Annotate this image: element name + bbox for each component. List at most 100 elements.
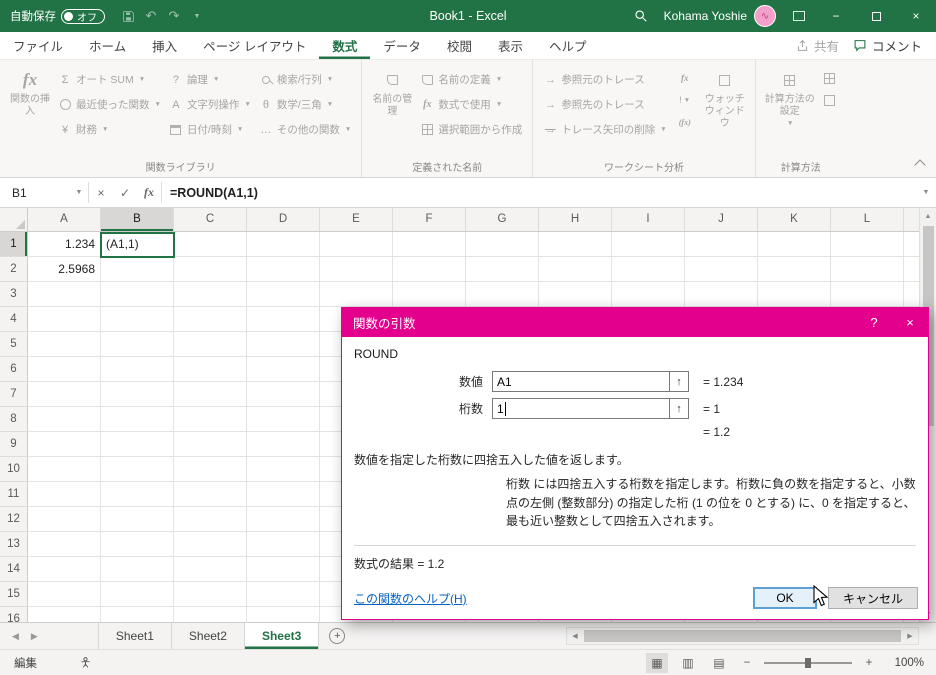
- insert-function-fx-button[interactable]: fx: [137, 178, 161, 207]
- number-arg-input[interactable]: [493, 372, 669, 391]
- customize-qat-button[interactable]: ▼: [186, 5, 208, 27]
- tab-view[interactable]: 表示: [485, 32, 536, 59]
- column-header[interactable]: D: [247, 208, 320, 231]
- tab-help[interactable]: ヘルプ: [536, 32, 600, 59]
- digits-arg-input[interactable]: [493, 399, 669, 418]
- row-header[interactable]: 9: [0, 432, 28, 457]
- normal-view-button[interactable]: ▦: [646, 652, 668, 673]
- close-button[interactable]: ×: [896, 0, 936, 32]
- sheet-nav-left-icon[interactable]: ◀: [12, 631, 19, 642]
- dialog-close-button[interactable]: ×: [892, 308, 928, 337]
- horizontal-scrollbar[interactable]: ◀ ▶: [566, 627, 919, 645]
- row-header[interactable]: 16: [0, 607, 28, 622]
- column-header[interactable]: J: [685, 208, 758, 231]
- row-header[interactable]: 13: [0, 532, 28, 557]
- expand-formula-bar-button[interactable]: ▼: [916, 178, 936, 207]
- column-header[interactable]: L: [831, 208, 904, 231]
- tab-formulas[interactable]: 数式: [319, 32, 370, 59]
- show-formulas-button[interactable]: fx: [675, 69, 695, 87]
- row-header[interactable]: 4: [0, 307, 28, 332]
- column-header[interactable]: K: [758, 208, 831, 231]
- row-header[interactable]: 5: [0, 332, 28, 357]
- function-help-link[interactable]: この関数のヘルプ(H): [354, 590, 467, 607]
- column-header[interactable]: E: [320, 208, 393, 231]
- ok-button[interactable]: OK: [752, 587, 817, 609]
- share-button[interactable]: 共有: [796, 36, 839, 55]
- date-time-button[interactable]: 日付/時刻 ▼: [165, 119, 255, 140]
- autosave-switch[interactable]: オフ: [61, 8, 105, 24]
- row-header[interactable]: 6: [0, 357, 28, 382]
- autosum-button[interactable]: Σ オート SUM ▼: [54, 69, 165, 90]
- logical-button[interactable]: ? 論理 ▼: [165, 69, 255, 90]
- math-trig-button[interactable]: θ 数学/三角 ▼: [255, 94, 355, 115]
- search-button[interactable]: [624, 0, 658, 32]
- tab-home[interactable]: ホーム: [76, 32, 139, 59]
- minimize-button[interactable]: −: [816, 0, 856, 32]
- digits-arg-field[interactable]: [492, 398, 670, 419]
- maximize-button[interactable]: [856, 0, 896, 32]
- row-header[interactable]: 12: [0, 507, 28, 532]
- cell-B1-editing[interactable]: (A1,1): [100, 232, 175, 258]
- redo-button[interactable]: ↷: [163, 5, 185, 27]
- column-header[interactable]: H: [539, 208, 612, 231]
- row-header[interactable]: 1: [0, 232, 28, 257]
- enter-entry-button[interactable]: ✓: [113, 178, 137, 207]
- cell-A2[interactable]: 2.5968: [28, 257, 100, 282]
- row-header[interactable]: 15: [0, 582, 28, 607]
- cancel-button[interactable]: キャンセル: [827, 587, 918, 609]
- select-all-corner[interactable]: [0, 208, 28, 231]
- name-manager-button[interactable]: 名前の管理: [368, 65, 416, 118]
- column-header[interactable]: C: [174, 208, 247, 231]
- comments-button[interactable]: コメント: [853, 36, 922, 55]
- row-header[interactable]: 3: [0, 282, 28, 307]
- use-in-formula-button[interactable]: fx 数式で使用 ▼: [416, 94, 526, 115]
- calculate-now-button[interactable]: [820, 69, 840, 87]
- scroll-right-icon[interactable]: ▶: [902, 632, 918, 640]
- lookup-reference-button[interactable]: 検索/行列 ▼: [255, 69, 355, 90]
- tab-file[interactable]: ファイル: [0, 32, 76, 59]
- row-header[interactable]: 2: [0, 257, 28, 282]
- zoom-out-button[interactable]: −: [739, 657, 755, 669]
- formula-input[interactable]: =ROUND(A1,1): [162, 178, 916, 207]
- row-header[interactable]: 7: [0, 382, 28, 407]
- autosave-toggle[interactable]: 自動保存 オフ: [10, 8, 105, 24]
- remove-arrows-button[interactable]: → トレース矢印の削除 ▼: [539, 119, 670, 140]
- tab-data[interactable]: データ: [370, 32, 434, 59]
- evaluate-formula-button[interactable]: (fx): [675, 113, 695, 131]
- more-functions-button[interactable]: … その他の関数 ▼: [255, 119, 355, 140]
- column-header[interactable]: A: [28, 208, 101, 231]
- insert-function-button[interactable]: fx 関数の挿入: [6, 65, 54, 118]
- cancel-entry-button[interactable]: ×: [89, 178, 113, 207]
- save-button[interactable]: [117, 5, 139, 27]
- account-button[interactable]: Kohama Yoshie ∿: [664, 5, 776, 27]
- row-header[interactable]: 8: [0, 407, 28, 432]
- accessibility-checker-button[interactable]: [79, 656, 92, 669]
- collapse-ribbon-button[interactable]: [914, 159, 926, 171]
- calculate-sheet-button[interactable]: [820, 91, 840, 109]
- ribbon-display-options-button[interactable]: [782, 0, 816, 32]
- trace-precedents-button[interactable]: → 参照元のトレース: [539, 69, 670, 90]
- number-arg-field[interactable]: [492, 371, 670, 392]
- row-header[interactable]: 14: [0, 557, 28, 582]
- column-header[interactable]: F: [393, 208, 466, 231]
- page-layout-view-button[interactable]: ▥: [677, 653, 699, 673]
- text-functions-button[interactable]: A 文字列操作 ▼: [165, 94, 255, 115]
- scroll-up-icon[interactable]: ▲: [920, 208, 936, 224]
- trace-dependents-button[interactable]: → 参照先のトレース: [539, 94, 670, 115]
- name-box[interactable]: B1 ▼: [0, 178, 88, 207]
- sheet-tab[interactable]: Sheet2: [172, 623, 245, 649]
- collapse-dialog-button[interactable]: ↑: [670, 398, 689, 419]
- sheet-tab[interactable]: Sheet3: [244, 623, 320, 649]
- tab-review[interactable]: 校閲: [434, 32, 485, 59]
- tab-insert[interactable]: 挿入: [139, 32, 190, 59]
- dialog-title-bar[interactable]: 関数の引数 ? ×: [342, 308, 928, 337]
- define-name-button[interactable]: 名前の定義 ▼: [416, 69, 526, 90]
- watch-window-button[interactable]: ウォッチ ウィンドウ: [701, 65, 749, 130]
- create-from-selection-button[interactable]: 選択範囲から作成: [416, 119, 526, 140]
- cell-A1[interactable]: 1.234: [28, 232, 100, 257]
- undo-button[interactable]: ↶: [140, 5, 162, 27]
- zoom-level[interactable]: 100%: [886, 657, 924, 669]
- column-header[interactable]: I: [612, 208, 685, 231]
- row-header[interactable]: 11: [0, 482, 28, 507]
- tab-page-layout[interactable]: ページ レイアウト: [190, 32, 319, 59]
